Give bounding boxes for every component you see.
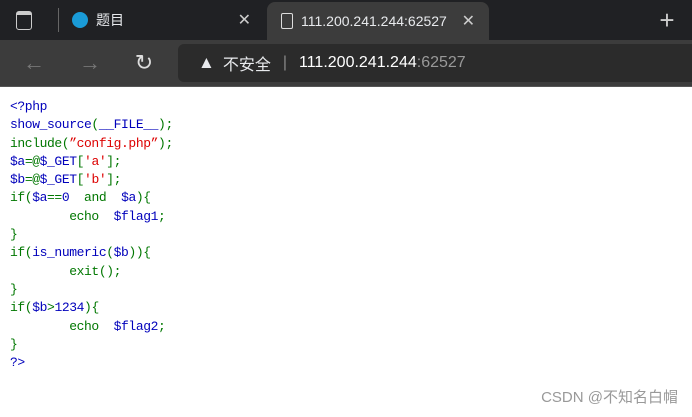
- code-token: 'b': [84, 172, 107, 188]
- code-line: if(is_numeric($b)){: [10, 244, 173, 262]
- url-port: :62527: [416, 54, 466, 71]
- code-token: ”config.php”: [69, 135, 159, 151]
- close-icon[interactable]: ✕: [238, 10, 251, 30]
- code-token: echo: [10, 208, 114, 224]
- code-token: ];: [106, 153, 122, 169]
- code-token: (: [91, 117, 99, 133]
- code-token: $_GET: [39, 172, 77, 188]
- code-token: $flag2: [113, 318, 159, 334]
- code-token: $a: [10, 153, 25, 169]
- security-label[interactable]: 不安全: [223, 51, 271, 75]
- code-token: [: [76, 153, 85, 169]
- code-token: =@: [24, 172, 40, 188]
- close-icon[interactable]: ✕: [462, 11, 475, 31]
- code-token: );: [158, 135, 173, 151]
- code-token: $_GET: [39, 153, 77, 169]
- divider: [58, 8, 59, 32]
- code-line: $a=@$_GET['a'];: [10, 153, 173, 171]
- code-token: if(: [10, 300, 33, 316]
- tab-active[interactable]: 111.200.241.244:62527 ✕: [267, 2, 489, 40]
- code-token: show_source: [10, 117, 92, 133]
- code-line: }: [10, 281, 173, 299]
- code-token: is_numeric: [32, 245, 107, 261]
- tab-title: 题目: [96, 12, 124, 28]
- new-tab-icon[interactable]: +: [652, 5, 682, 35]
- tab-actions-icon[interactable]: [14, 10, 34, 30]
- code-token: (: [106, 245, 114, 261]
- code-token: echo: [10, 318, 114, 334]
- code-token: $a: [32, 190, 48, 206]
- back-icon[interactable]: ←: [20, 50, 48, 76]
- code-token: $a: [121, 190, 136, 206]
- code-token: ){: [84, 300, 99, 316]
- tab-problem[interactable]: 题目 ✕: [60, 2, 265, 38]
- toolbar: ← → ↻ ▲ 不安全 | 111.200.241.244 :62527: [0, 40, 692, 87]
- tab-title: 111.200.241.244:62527: [301, 13, 447, 29]
- code-token: __FILE__: [98, 117, 159, 133]
- code-token: $flag1: [113, 208, 159, 224]
- divider: |: [282, 54, 287, 71]
- page-icon: [281, 13, 293, 29]
- code-token: )){: [128, 245, 151, 261]
- code-token: include(: [10, 135, 70, 151]
- watermark: CSDN @不知名白帽: [541, 389, 678, 406]
- code-line: echo $flag1;: [10, 208, 173, 226]
- code-line: ?>: [10, 354, 173, 372]
- code-token: exit();: [10, 263, 122, 279]
- code-token: 'a': [84, 153, 107, 169]
- code-line: echo $flag2;: [10, 318, 173, 336]
- code-token: $b: [113, 245, 129, 261]
- code-line: include(”config.php”);: [10, 135, 173, 153]
- php-source-code: <?php show_source(__FILE__); include(”conf…: [10, 98, 173, 372]
- code-token: [: [76, 172, 85, 188]
- code-line: }: [10, 226, 173, 244]
- code-token: =@: [24, 153, 40, 169]
- code-token: ?>: [10, 355, 25, 371]
- code-line: if($b>1234){: [10, 299, 173, 317]
- code-line: if($a==0 and $a){: [10, 189, 173, 207]
- tab-bar: 题目 ✕ 111.200.241.244:62527 ✕ +: [0, 0, 692, 40]
- address-bar[interactable]: ▲ 不安全 | 111.200.241.244 :62527: [178, 44, 692, 82]
- code-token: );: [158, 117, 173, 133]
- site-logo-icon: [72, 12, 88, 28]
- code-line: }: [10, 336, 173, 354]
- forward-icon[interactable]: →: [76, 50, 104, 76]
- code-line: <?php: [10, 98, 173, 116]
- code-token: $b: [32, 300, 48, 316]
- code-token: ==: [47, 190, 62, 206]
- code-token: and: [69, 190, 122, 206]
- code-token: }: [10, 281, 18, 297]
- url-host: 111.200.241.244: [299, 54, 417, 71]
- code-token: if(: [10, 245, 33, 261]
- reload-icon[interactable]: ↻: [130, 50, 158, 76]
- warning-icon: ▲: [198, 53, 215, 72]
- code-token: }: [10, 227, 18, 243]
- code-token: $b: [10, 172, 25, 188]
- code-token: ){: [135, 190, 151, 206]
- code-token: 1234: [54, 300, 85, 316]
- code-token: if(: [10, 190, 33, 206]
- code-token: }: [10, 336, 18, 352]
- code-token: <?php: [10, 99, 48, 114]
- code-token: ];: [106, 172, 122, 188]
- code-token: ;: [158, 318, 166, 334]
- code-token: ;: [158, 208, 166, 224]
- code-line: show_source(__FILE__);: [10, 116, 173, 134]
- code-line: exit();: [10, 263, 173, 281]
- code-line: $b=@$_GET['b'];: [10, 171, 173, 189]
